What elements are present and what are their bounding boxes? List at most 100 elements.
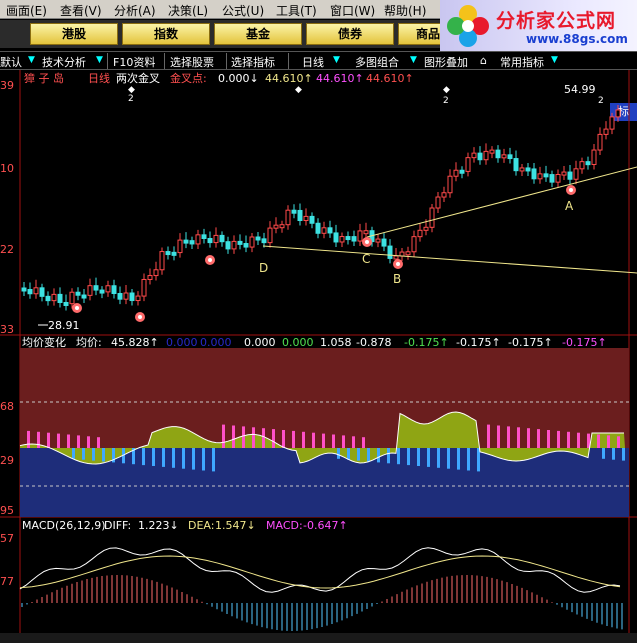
candle-body xyxy=(213,234,219,244)
tab-common-indicators[interactable]: 常用指标 xyxy=(500,54,544,70)
avg-change-bar xyxy=(142,448,145,466)
macd-diff-line xyxy=(19,547,621,593)
tab-multi-chart[interactable]: 多图组合 xyxy=(355,54,399,70)
indicator-icon[interactable]: ⌂ xyxy=(480,54,487,67)
macd-title: MACD(26,12,9) xyxy=(22,519,106,532)
fund-button[interactable]: 基金 xyxy=(214,23,302,45)
avg-change-bar xyxy=(607,435,610,448)
candle-body xyxy=(339,236,345,243)
menu-analysis[interactable]: 分析(A) xyxy=(114,2,156,19)
dropdown-arrow-icon[interactable]: ▼ xyxy=(333,55,340,65)
logo-url[interactable]: www.88gs.com xyxy=(526,32,628,46)
candle-body xyxy=(561,171,567,176)
candle-body xyxy=(597,133,603,151)
avg-val-10: -0.175↑ xyxy=(562,336,607,349)
candle-body xyxy=(141,278,147,297)
dropdown-arrow-icon[interactable]: ▼ xyxy=(410,55,417,65)
candle-body xyxy=(81,294,87,299)
avg-change-bar xyxy=(407,448,410,466)
avg-change-bar xyxy=(517,427,520,448)
avg-change-bar xyxy=(322,433,325,448)
avg-change-bar xyxy=(182,448,185,469)
avg-value: 45.828↑ xyxy=(111,336,159,349)
avg-change-bar xyxy=(617,436,620,448)
candle-body xyxy=(573,168,579,180)
golden-cross-marker-center xyxy=(569,188,573,192)
avg-change-bar xyxy=(102,448,105,462)
price-tick: 33 xyxy=(0,323,14,336)
tab-daily[interactable]: 日线 xyxy=(302,54,324,70)
price-tick: 10 xyxy=(0,162,14,175)
menu-help[interactable]: 帮助(H) xyxy=(384,2,426,19)
dropdown-arrow-icon[interactable]: ▼ xyxy=(96,55,103,65)
candle-body xyxy=(513,158,519,172)
bond-button[interactable]: 债券 xyxy=(306,23,394,45)
dropdown-arrow-icon[interactable]: ▼ xyxy=(28,55,35,65)
candle-body xyxy=(243,243,249,248)
tab-select-stock[interactable]: 选择股票 xyxy=(170,54,214,70)
tab-f10[interactable]: F10资料 xyxy=(113,54,155,70)
candle-body xyxy=(501,154,507,159)
candle-body xyxy=(429,207,435,228)
golden-cross-value: 0.000↓ xyxy=(218,72,259,85)
candle-body xyxy=(159,251,165,271)
candle-body xyxy=(423,226,429,231)
candle-body xyxy=(495,149,501,159)
candle-body xyxy=(21,287,27,292)
candle-body xyxy=(333,232,339,243)
avg-change-bar xyxy=(152,448,155,466)
candle-body xyxy=(129,292,135,302)
candle-body xyxy=(381,238,387,247)
menu-window[interactable]: 窗口(W) xyxy=(330,2,375,19)
macd-histogram xyxy=(21,575,623,631)
avg-change-bar xyxy=(557,430,560,448)
avg-change-bar xyxy=(57,433,60,448)
candle-body xyxy=(531,168,537,180)
candle-body xyxy=(405,251,411,256)
tab-select-indicator[interactable]: 选择指标 xyxy=(231,54,275,70)
candle-body xyxy=(363,230,369,235)
candle-body xyxy=(135,295,141,302)
avg-val-8: -0.175↑ xyxy=(456,336,501,349)
menu-screen[interactable]: 画面(E) xyxy=(6,2,47,19)
candle-body xyxy=(177,239,183,254)
avg-change-bar xyxy=(342,435,345,448)
toolbar-default[interactable]: 默认 xyxy=(0,54,22,70)
avg-tick: 29 xyxy=(0,454,14,467)
hk-stock-button[interactable]: 港股 xyxy=(30,23,118,45)
stock-name: 獐 子 岛 xyxy=(24,71,64,85)
candle-body xyxy=(471,152,477,159)
line-value-3: 44.610↑ xyxy=(366,72,414,85)
candle-body xyxy=(615,109,621,118)
avg-change-bar xyxy=(362,437,365,448)
candle-body xyxy=(417,229,423,238)
tab-technical-analysis[interactable]: 技术分析 xyxy=(42,54,86,70)
menu-formula[interactable]: 公式(U) xyxy=(222,2,264,19)
avg-change-bar xyxy=(597,434,600,448)
candle-body xyxy=(231,240,237,250)
menu-tools[interactable]: 工具(T) xyxy=(276,2,317,19)
star-marker-num: 2 xyxy=(443,96,449,106)
candle-body xyxy=(147,275,153,280)
candle-body xyxy=(273,224,279,229)
avg-change-bar xyxy=(242,426,245,448)
avg-change-bar xyxy=(337,448,340,459)
avg-change-bar xyxy=(417,448,420,466)
candle-body xyxy=(189,240,195,245)
avg-change-bar xyxy=(352,436,355,448)
macd-dea-value: 1.547↓ xyxy=(215,519,256,532)
menu-decision[interactable]: 决策(L) xyxy=(168,2,208,19)
dropdown-arrow-icon[interactable]: ▼ xyxy=(551,55,558,65)
avg-change-bar xyxy=(347,448,350,460)
avg-val-1: 0.000 xyxy=(166,336,198,349)
avg-change-bar xyxy=(27,430,30,448)
candle-body xyxy=(111,285,117,294)
avg-change-bar xyxy=(527,428,530,448)
avg-change-bar xyxy=(37,431,40,448)
candle-body xyxy=(345,236,351,241)
candle-body xyxy=(69,291,75,305)
candle-body xyxy=(303,215,309,222)
menu-view[interactable]: 查看(V) xyxy=(60,2,102,19)
index-button[interactable]: 指数 xyxy=(122,23,210,45)
tab-overlay[interactable]: 图形叠加 xyxy=(424,54,468,70)
